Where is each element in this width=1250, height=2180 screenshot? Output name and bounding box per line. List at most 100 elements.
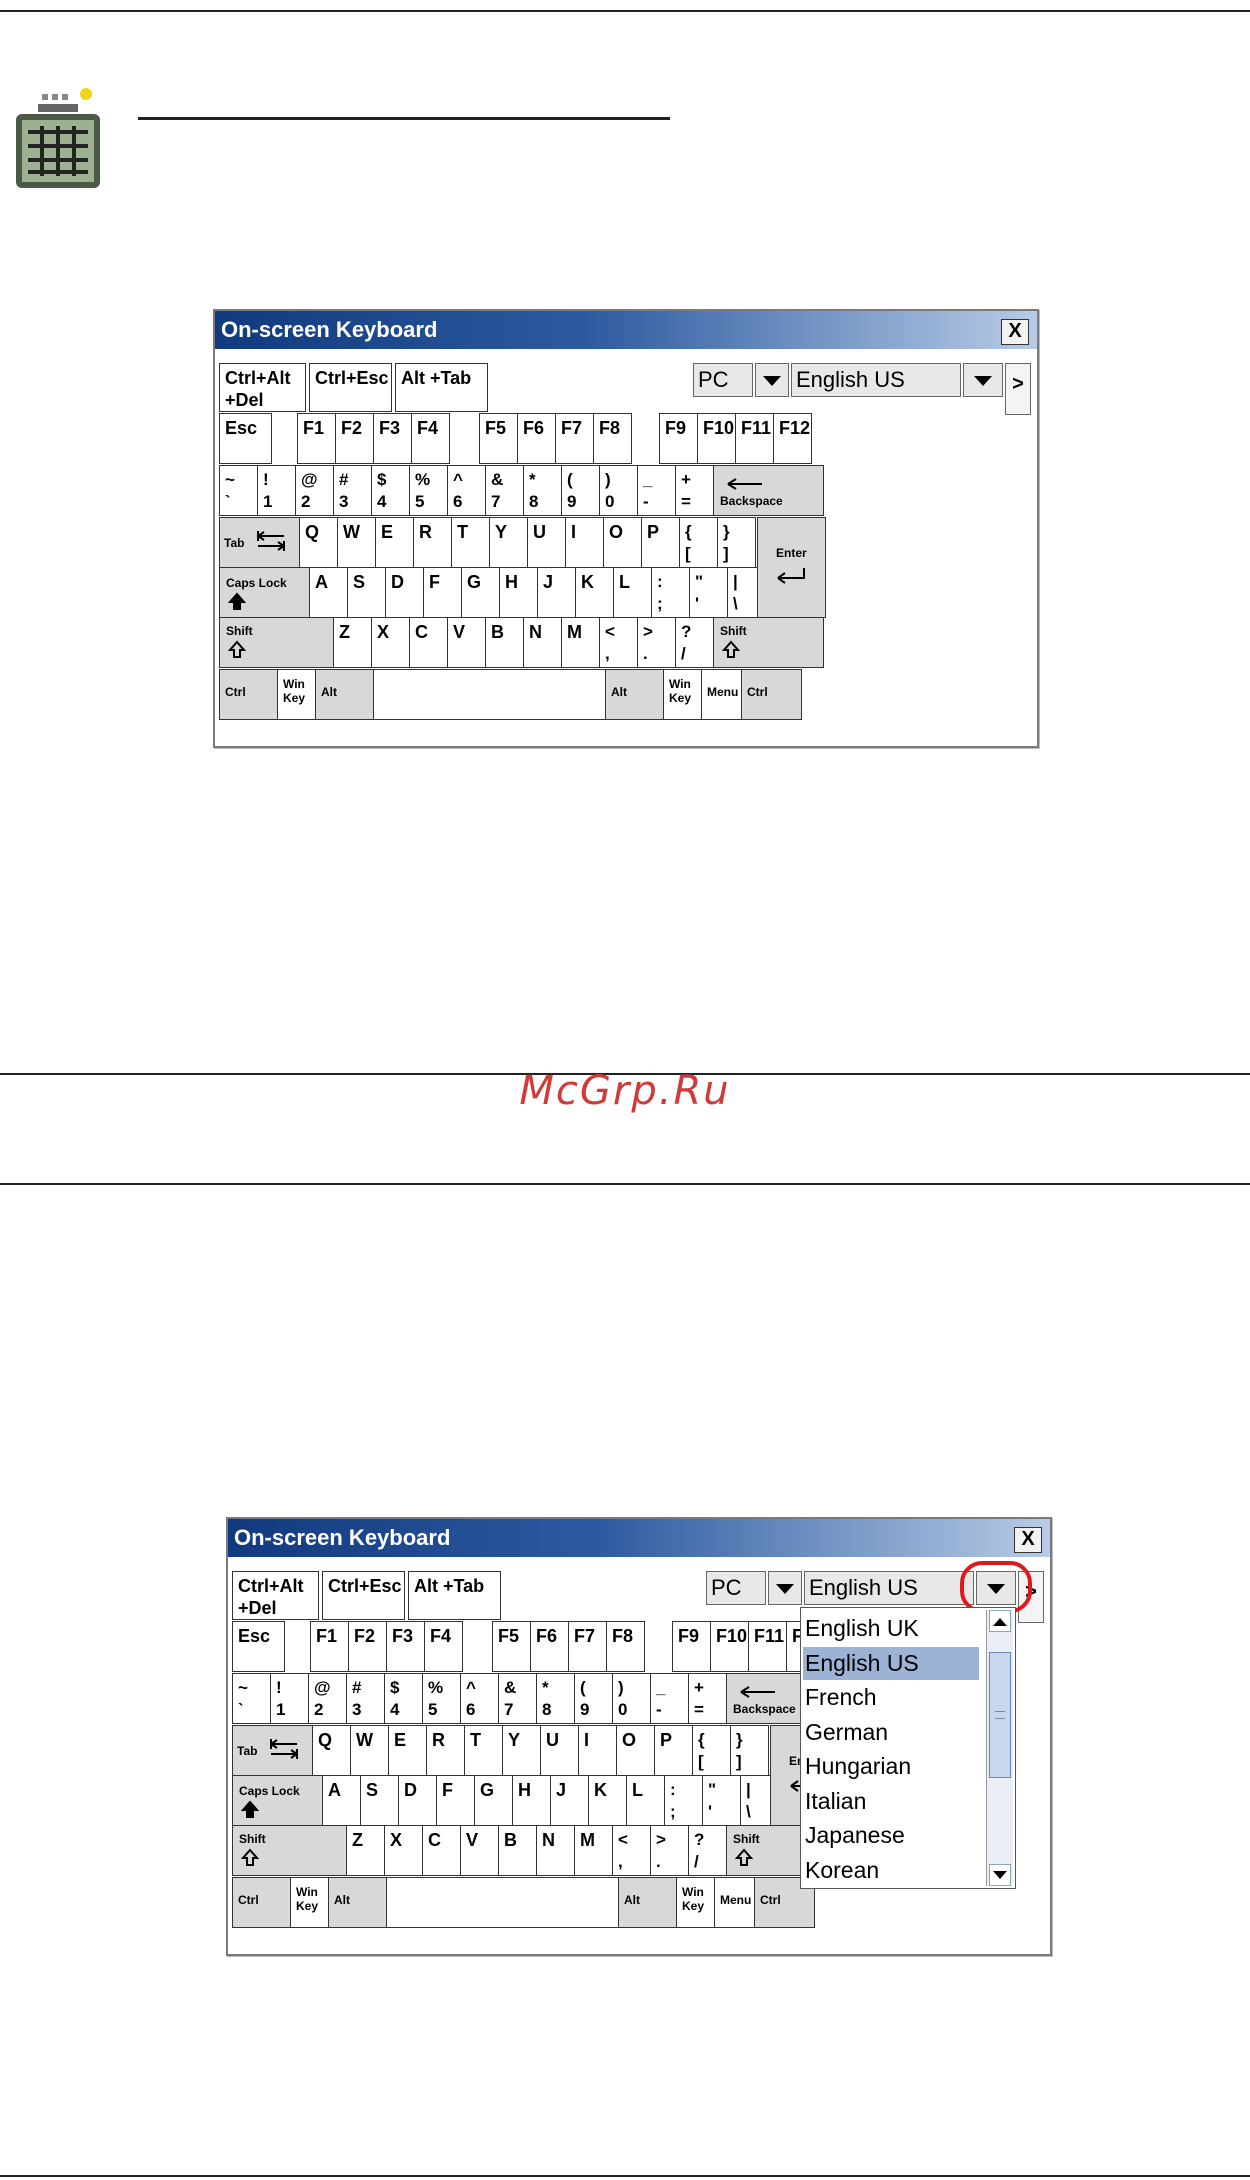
key-key-z[interactable]: Z [346,1825,385,1876]
key-key-w[interactable]: W [350,1725,389,1776]
key-key-a[interactable]: A [309,567,348,618]
key-f6[interactable]: F6 [517,413,556,464]
key-key-f[interactable]: F [423,567,462,618]
key-tab[interactable]: Tab [219,517,300,568]
close-button[interactable]: X [1014,1527,1042,1553]
key-greater-than[interactable]: >. [650,1825,689,1876]
key-num-12[interactable]: + = [675,465,714,516]
key-f5[interactable]: F5 [479,413,518,464]
mode-select[interactable]: PC [706,1571,766,1605]
key-menu[interactable]: Menu [701,669,742,720]
key-key-v[interactable]: V [447,617,486,668]
mode-dropdown-arrow-icon[interactable] [755,363,789,397]
key-key-r[interactable]: R [413,517,452,568]
key-f9[interactable]: F9 [659,413,698,464]
key-key-q[interactable]: Q [299,517,338,568]
key-less-than[interactable]: <, [612,1825,651,1876]
key-key-n[interactable]: N [523,617,562,668]
close-button[interactable]: X [1001,319,1029,345]
key-brace-open[interactable]: {[ [679,517,718,568]
key-key-n[interactable]: N [536,1825,575,1876]
key-num-4[interactable]: $4 [371,465,410,516]
key-f8[interactable]: F8 [593,413,632,464]
key-quote[interactable]: " ' [702,1775,741,1826]
key-key-v[interactable]: V [460,1825,499,1876]
key-num-2[interactable]: @2 [308,1673,347,1724]
key-num-10[interactable]: ) 0 [599,465,638,516]
key-key-a[interactable]: A [322,1775,361,1826]
key-esc[interactable]: Esc [232,1621,285,1672]
key-key-p[interactable]: P [654,1725,693,1776]
key-key-s[interactable]: S [347,567,386,618]
key-colon[interactable]: :; [664,1775,703,1826]
key-spacebar[interactable] [386,1877,619,1928]
dropdown-scrollbar[interactable] [986,1610,1013,1886]
key-f7[interactable]: F7 [568,1621,607,1672]
key-key-o[interactable]: O [603,517,642,568]
key-f4[interactable]: F4 [411,413,450,464]
key-key-x[interactable]: X [371,617,410,668]
key-win-key-right[interactable]: Win Key [676,1877,715,1928]
key-f3[interactable]: F3 [373,413,412,464]
key-key-d[interactable]: D [385,567,424,618]
key-num-3[interactable]: #3 [333,465,372,516]
language-dropdown-arrow-icon[interactable] [963,363,1003,397]
key-f5[interactable]: F5 [492,1621,531,1672]
key-key-z[interactable]: Z [333,617,372,668]
key-caps-lock[interactable]: Caps Lock [219,567,310,618]
key-num-6[interactable]: ^ 6 [447,465,486,516]
key-key-b[interactable]: B [498,1825,537,1876]
key-key-l[interactable]: L [613,567,652,618]
key-key-y[interactable]: Y [489,517,528,568]
key-key-r[interactable]: R [426,1725,465,1776]
key-question[interactable]: ? / [688,1825,727,1876]
key-num-10[interactable]: ) 0 [612,1673,651,1724]
scroll-up-icon[interactable] [989,1610,1011,1632]
key-shift-left[interactable]: Shift [219,617,334,668]
key-key-u[interactable]: U [527,517,566,568]
key-num-1[interactable]: ! 1 [270,1673,309,1724]
language-option[interactable]: English UK [803,1612,979,1645]
key-key-h[interactable]: H [499,567,538,618]
key-num-7[interactable]: & 7 [485,465,524,516]
key-key-k[interactable]: K [588,1775,627,1826]
mode-dropdown-arrow-icon[interactable] [768,1571,802,1605]
key-num-5[interactable]: % 5 [422,1673,461,1724]
key-ctrl-left[interactable]: Ctrl [232,1877,291,1928]
key-ctrl-left[interactable]: Ctrl [219,669,278,720]
key-key-e[interactable]: E [388,1725,427,1776]
key-key-i[interactable]: I [565,517,604,568]
key-win-key-left[interactable]: Win Key [290,1877,329,1928]
key-key-g[interactable]: G [461,567,500,618]
key-f1[interactable]: F1 [297,413,336,464]
key-alt-tab[interactable]: Alt +Tab [395,363,488,412]
key-num-0[interactable]: ~ ` [232,1673,271,1724]
key-num-4[interactable]: $4 [384,1673,423,1724]
key-f6[interactable]: F6 [530,1621,569,1672]
key-f10[interactable]: F10 [710,1621,749,1672]
language-select[interactable]: English US [804,1571,974,1605]
language-option[interactable]: English US [803,1646,979,1680]
key-alt-left[interactable]: Alt [315,669,374,720]
key-key-h[interactable]: H [512,1775,551,1826]
key-key-w[interactable]: W [337,517,376,568]
key-key-c[interactable]: C [422,1825,461,1876]
key-num-9[interactable]: (9 [574,1673,613,1724]
key-key-e[interactable]: E [375,517,414,568]
key-caps-lock[interactable]: Caps Lock [232,1775,323,1826]
key-greater-than[interactable]: >. [637,617,676,668]
key-f3[interactable]: F3 [386,1621,425,1672]
key-key-g[interactable]: G [474,1775,513,1826]
key-key-j[interactable]: J [550,1775,589,1826]
key-key-u[interactable]: U [540,1725,579,1776]
key-num-7[interactable]: & 7 [498,1673,537,1724]
language-option[interactable]: French [803,1681,979,1714]
key-backspace[interactable]: Backspace [713,465,824,516]
key-ctrl-esc[interactable]: Ctrl+Esc [309,363,392,412]
key-less-than[interactable]: <, [599,617,638,668]
key-num-11[interactable]: _ - [637,465,676,516]
key-brace-close[interactable]: }] [717,517,756,568]
language-option[interactable]: Korean [803,1854,979,1887]
key-key-x[interactable]: X [384,1825,423,1876]
key-key-o[interactable]: O [616,1725,655,1776]
